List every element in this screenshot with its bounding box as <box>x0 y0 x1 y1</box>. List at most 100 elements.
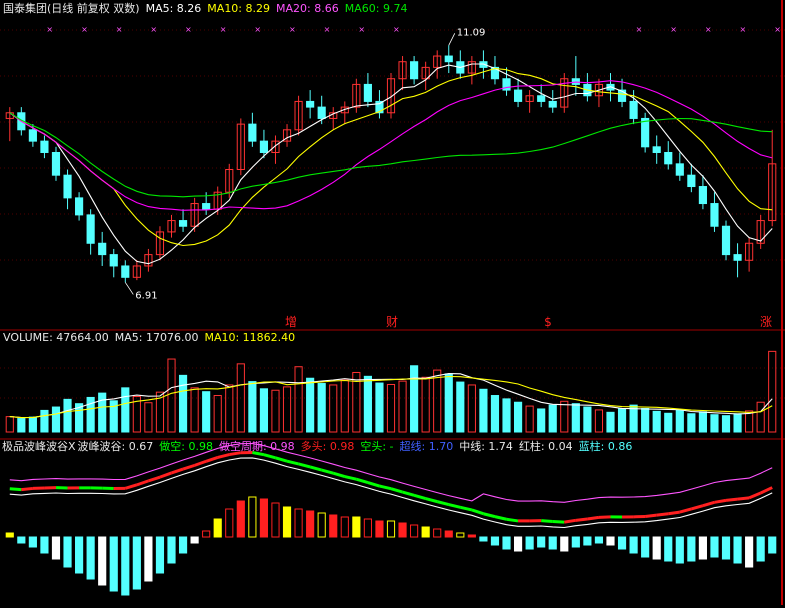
volume-bar <box>457 382 464 432</box>
indicator-bar <box>538 537 545 547</box>
volume-ma10-label: MA10: 11862.40 <box>204 331 295 344</box>
wave-segment <box>668 512 680 514</box>
wave-segment <box>738 498 750 499</box>
kongtou-label: 空头: - <box>360 440 393 453</box>
indicator-bar <box>642 537 649 557</box>
signal-marker: × <box>220 25 227 34</box>
ma60-label: MA60: 9.74 <box>345 2 408 15</box>
wave-segment <box>495 517 507 520</box>
volume-bar <box>480 389 487 432</box>
wave-segment <box>691 506 703 509</box>
indicator-bar <box>630 537 637 553</box>
candle-body <box>29 130 36 141</box>
wave-segment <box>21 488 33 489</box>
event-marker: 涨 <box>760 314 772 329</box>
zuokong-zhouqi-label: 做空周期: 0.98 <box>219 440 295 453</box>
wave-segment <box>345 477 357 480</box>
wave-segment <box>218 455 230 458</box>
low-pointer <box>125 282 133 294</box>
chart-canvas[interactable]: ×××××××××××××××××11.096.91增财$涨 <box>0 0 785 605</box>
signal-marker: × <box>185 25 192 34</box>
wave-segment <box>657 514 669 515</box>
signal-marker: × <box>81 25 88 34</box>
indicator-bar <box>260 499 267 537</box>
indicator-header: 极品波峰波谷X波峰波谷: 0.67做空: 0.98做空周期: 0.98多头: 0… <box>2 440 638 453</box>
indicator-bar <box>249 497 256 537</box>
indicator-bar <box>468 535 475 537</box>
signal-marker: × <box>358 25 365 34</box>
volume-bar <box>653 411 660 432</box>
indicator-bar <box>722 537 729 559</box>
volume-bar <box>503 399 510 432</box>
indicator-bar <box>110 537 117 591</box>
indicator-bar <box>618 537 625 549</box>
indicator-bar <box>676 537 683 563</box>
indicator-bar <box>422 527 429 537</box>
indicator-bar <box>272 503 279 537</box>
indicator-bar <box>191 537 198 543</box>
indicator-bar <box>526 537 533 549</box>
wave-segment <box>299 464 311 467</box>
ma20-label: MA20: 8.66 <box>276 2 339 15</box>
volume-bar <box>214 396 221 432</box>
volume-bar <box>734 414 741 432</box>
indicator-bar <box>237 501 244 537</box>
candle-body <box>722 226 729 254</box>
indicator-bar <box>318 513 325 537</box>
indicator-bar <box>6 533 13 537</box>
volume-bar <box>191 388 198 432</box>
ma10-label: MA10: 8.29 <box>207 2 270 15</box>
wave-segment <box>761 488 773 493</box>
event-marker: 增 <box>285 315 297 329</box>
volume-bar <box>699 412 706 432</box>
candle-body <box>87 215 94 243</box>
wave-segment <box>553 522 565 523</box>
indicator-bar <box>307 511 314 537</box>
candle-body <box>179 221 186 227</box>
candle-body <box>411 62 418 79</box>
candle-body <box>676 164 683 175</box>
signal-marker: × <box>289 25 296 34</box>
volume-bar <box>468 385 475 432</box>
volume-bar <box>29 417 36 432</box>
wave-segment <box>379 486 391 489</box>
indicator-bar <box>353 517 360 537</box>
candle-body <box>260 141 267 152</box>
volume-bar <box>387 384 394 432</box>
volume-bar <box>549 405 556 432</box>
volume-bar <box>445 374 452 432</box>
volume-bar <box>572 404 579 432</box>
main-header: 国泰集团(日线 前复权 双数)MA5: 8.26MA10: 8.29MA20: … <box>3 2 413 15</box>
indicator-bar <box>376 521 383 537</box>
wave-segment <box>391 489 403 492</box>
wave-segment <box>275 458 287 461</box>
wave-segment <box>287 461 299 464</box>
candle-body <box>549 101 556 107</box>
wave-segment <box>437 502 449 505</box>
indicator-bar <box>29 537 36 547</box>
volume-bar <box>272 390 279 432</box>
indicator-bar <box>203 531 210 537</box>
event-marker: 财 <box>386 315 398 329</box>
volume-bar <box>52 407 59 432</box>
volume-bar <box>18 419 25 432</box>
volume-bar <box>330 385 337 432</box>
indicator-bar <box>295 509 302 537</box>
wave-segment <box>726 499 738 500</box>
indicator-bar <box>549 537 556 549</box>
wave-segment <box>322 470 334 473</box>
event-marker: $ <box>544 315 552 329</box>
volume-bar <box>283 387 290 432</box>
indicator-bar <box>457 533 464 537</box>
wave-segment <box>564 520 576 522</box>
volume-bar <box>491 396 498 432</box>
wave-segment <box>576 519 588 520</box>
candle-body <box>99 243 106 254</box>
volume-bar <box>688 414 695 432</box>
candle-body <box>64 175 71 198</box>
wave-segment <box>587 517 599 519</box>
indicator-bar <box>41 537 48 553</box>
candle-body <box>41 141 48 152</box>
signal-marker: × <box>740 25 747 34</box>
indicator-bar <box>734 537 741 563</box>
